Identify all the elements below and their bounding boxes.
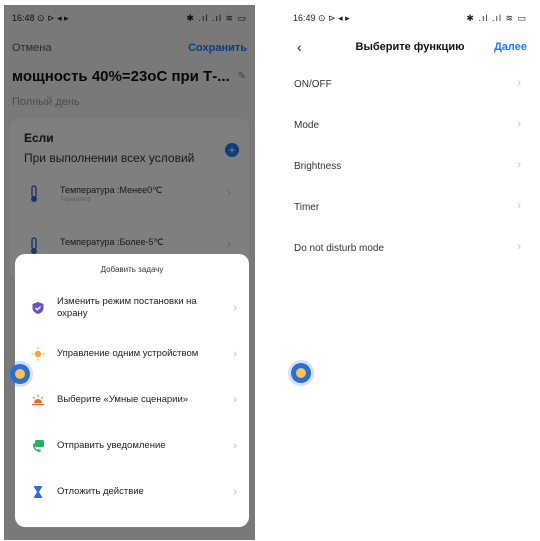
sheet-title: Добавить задачу — [100, 265, 164, 274]
chevron-right-icon: › — [517, 118, 521, 130]
function-item[interactable]: Brightness › — [285, 155, 535, 181]
assistant-float-button[interactable] — [10, 364, 30, 384]
bulb-icon — [31, 347, 45, 361]
task-label: Изменить режим постановки на охрану — [57, 296, 197, 319]
function-label: Mode — [294, 120, 320, 131]
chevron-right-icon: › — [517, 159, 521, 171]
function-label: ON/OFF — [294, 79, 332, 90]
chevron-right-icon: › — [233, 486, 237, 498]
chevron-right-icon: › — [233, 440, 237, 452]
chevron-right-icon: › — [517, 77, 521, 89]
chevron-right-icon: › — [233, 394, 237, 406]
right-phone-screen: 16:49 ⊙ ⊳ ◂ ▸ ✱ .ıl .ıl ≋ ▭ ‹ Выберите ф… — [285, 5, 535, 540]
task-label: Выберите «Умные сценарии» — [57, 394, 189, 405]
chevron-right-icon: › — [517, 241, 521, 253]
task-label: Управление одним устройством — [57, 348, 199, 359]
function-label: Timer — [294, 202, 320, 213]
status-time: 16:49 — [293, 12, 316, 23]
function-item[interactable]: Do not disturb mode › — [285, 237, 535, 263]
function-label: Brightness — [294, 161, 342, 172]
hourglass-icon — [34, 486, 42, 498]
shield-icon — [32, 302, 44, 314]
task-item-device[interactable]: Управление одним устройством › — [15, 334, 249, 374]
task-label: Отложить действие — [57, 486, 144, 497]
chevron-right-icon: › — [233, 348, 237, 360]
task-item-delay[interactable]: Отложить действие › — [15, 472, 249, 512]
function-item[interactable]: Timer › — [285, 196, 535, 222]
top-nav: ‹ Выберите функцию Далее — [291, 39, 529, 57]
function-item[interactable]: Mode › — [285, 114, 535, 140]
add-task-sheet: Добавить задачу Изменить режим постановк… — [15, 254, 249, 527]
left-phone-screen: 16:48 ⊙ ⊳ ◂ ▸ ✱ .ıl .ıl ≋ ▭ Отмена Сохра… — [4, 5, 255, 540]
task-item-security[interactable]: Изменить режим постановки на охрану › — [15, 288, 249, 328]
status-signal: ✱ .ıl .ıl ≋ ▭ — [466, 12, 527, 23]
task-label: Отправить уведомление — [57, 440, 166, 451]
next-button[interactable]: Далее — [494, 41, 527, 53]
status-icons: ⊙ ⊳ ◂ ▸ — [318, 12, 350, 23]
status-bar: 16:49 ⊙ ⊳ ◂ ▸ ✱ .ıl .ıl ≋ ▭ — [293, 11, 527, 25]
chevron-right-icon: › — [233, 302, 237, 314]
function-label: Do not disturb mode — [294, 243, 385, 254]
task-item-scenario[interactable]: Выберите «Умные сценарии» › — [15, 380, 249, 420]
assistant-float-button[interactable] — [291, 363, 311, 383]
function-item[interactable]: ON/OFF › — [285, 73, 535, 99]
message-icon — [33, 440, 44, 452]
sunrise-icon — [32, 394, 44, 406]
chevron-right-icon: › — [517, 200, 521, 212]
task-item-notification[interactable]: Отправить уведомление › — [15, 426, 249, 466]
